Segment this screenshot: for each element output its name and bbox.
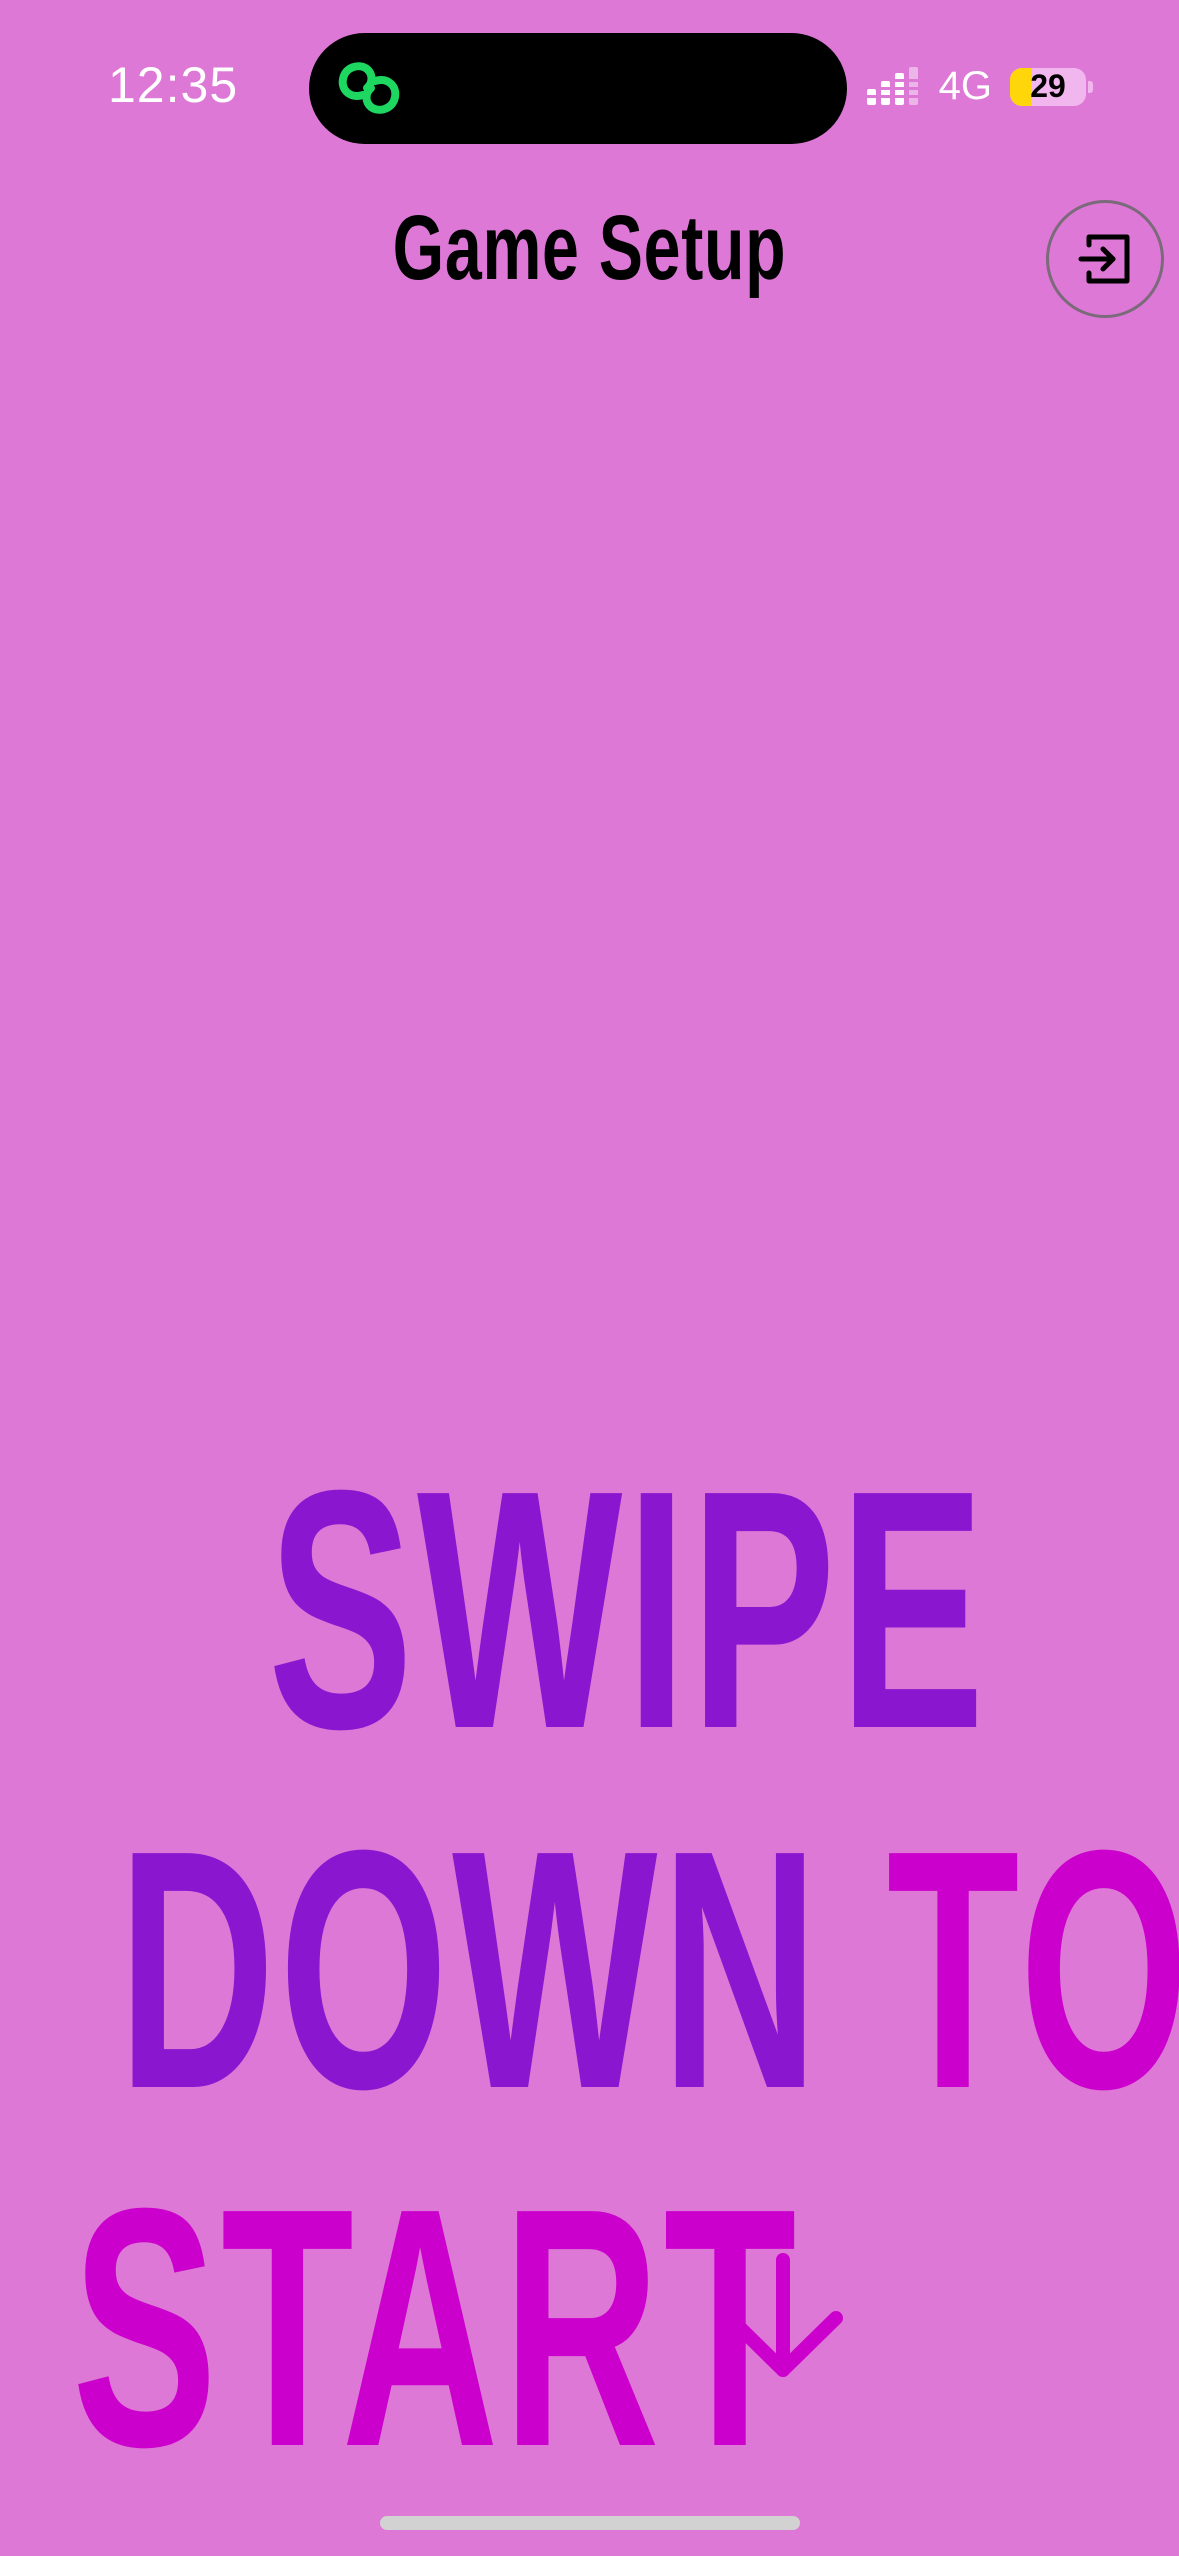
prompt-word-to: TO <box>886 1780 1179 2160</box>
cellular-signal-icon <box>866 66 918 105</box>
battery-level: 29 <box>1030 68 1066 104</box>
status-time: 12:35 <box>108 57 239 113</box>
status-indicators: 4G 29 <box>865 64 1093 109</box>
page-title: Game Setup <box>392 197 787 299</box>
link-icon <box>338 62 400 114</box>
battery-icon: 29 <box>1010 67 1086 106</box>
arrow-down-icon <box>723 2253 843 2377</box>
network-type: 4G <box>938 64 992 108</box>
prompt-line-swipe: SWIPE <box>268 1420 989 1800</box>
dynamic-island <box>309 33 847 144</box>
prompt-line-start: START <box>72 2138 801 2518</box>
prompt-word-down: DOWN <box>118 1780 823 2160</box>
prompt-line-down-to: DOWN TO <box>118 1800 1179 2140</box>
battery-nub <box>1088 80 1093 93</box>
exit-icon <box>1078 234 1130 284</box>
exit-button[interactable] <box>1046 200 1164 318</box>
battery-fill <box>1010 67 1033 106</box>
home-indicator[interactable] <box>380 2516 800 2530</box>
